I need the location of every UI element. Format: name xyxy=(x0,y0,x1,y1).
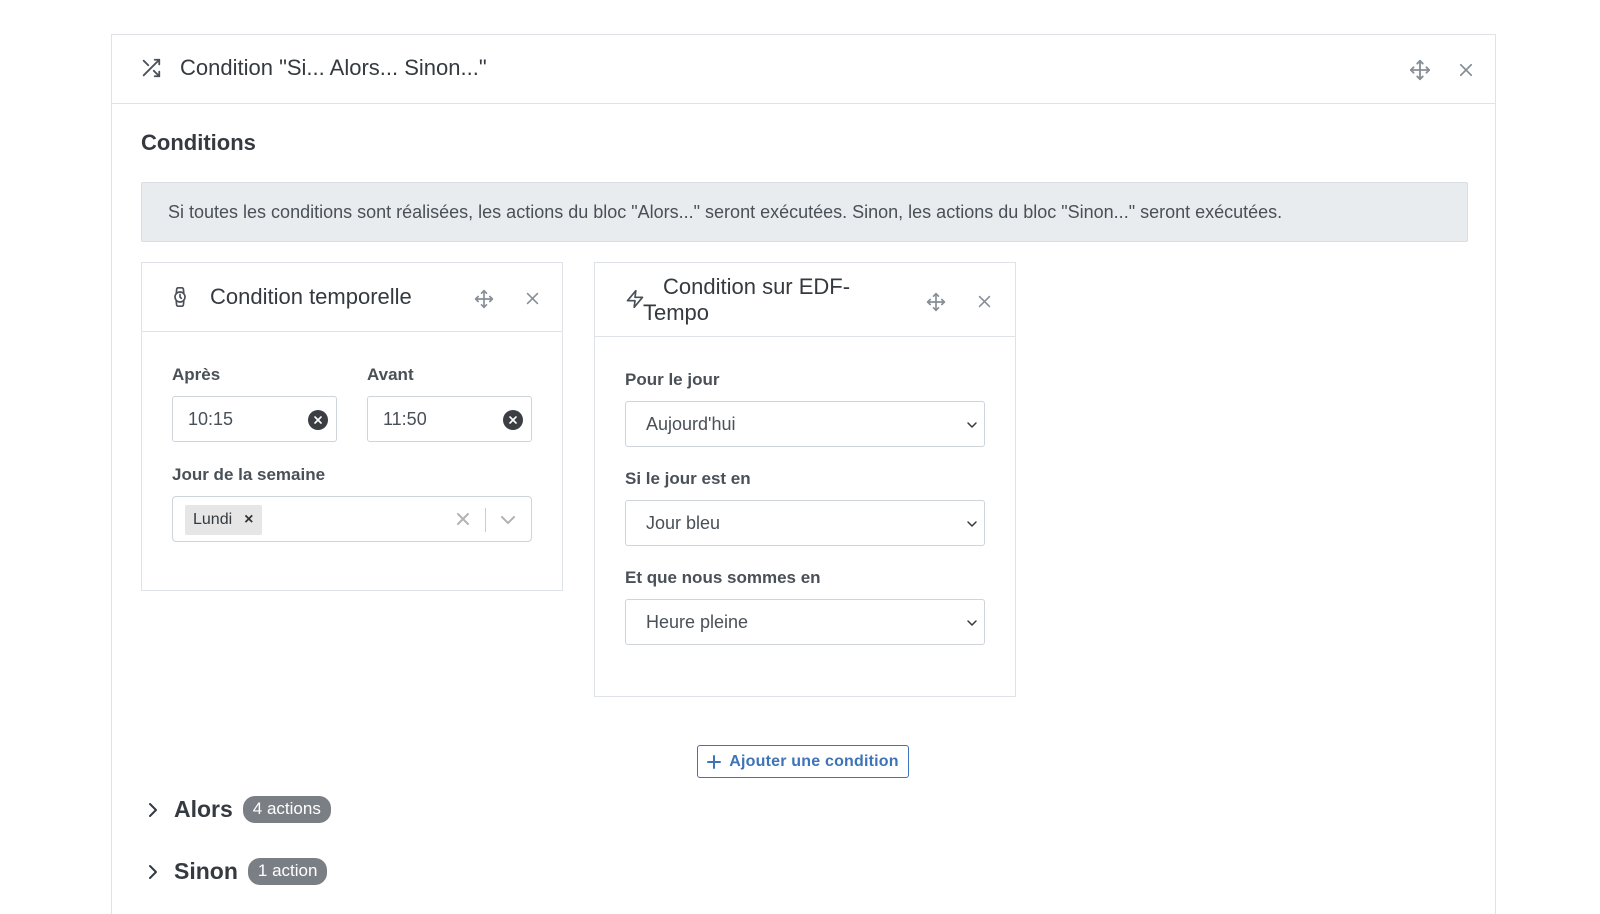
edf-tempo-condition-card: Condition sur EDF- Tempo Pour le jour Au… xyxy=(594,262,1016,697)
after-time-input[interactable]: 10:15 xyxy=(172,396,337,442)
weekday-multiselect[interactable]: Lundi × xyxy=(172,496,532,542)
chevron-down-icon[interactable] xyxy=(499,512,517,528)
else-block-toggle[interactable]: Sinon 1 action xyxy=(146,858,328,885)
close-icon[interactable] xyxy=(976,293,993,310)
shuffle-icon xyxy=(142,58,161,78)
move-icon[interactable] xyxy=(1409,59,1431,81)
else-actions-badge: 1 action xyxy=(247,858,328,885)
day-select-value: Aujourd'hui xyxy=(646,413,736,434)
after-label: Après xyxy=(172,365,221,384)
chevron-down-icon xyxy=(967,521,977,527)
move-icon[interactable] xyxy=(926,292,946,312)
weekday-tag-label: Lundi xyxy=(193,511,233,528)
edf-condition-title-line1: Condition sur EDF- xyxy=(663,274,851,299)
add-condition-label: Ajouter une condition xyxy=(729,752,899,770)
time-condition-card: Condition temporelle Après 10:15 Avant 1… xyxy=(141,262,563,591)
condition-block-header: Condition "Si... Alors... Sinon..." xyxy=(112,35,1495,104)
then-block-title: Alors xyxy=(174,796,233,822)
remove-tag-icon[interactable]: × xyxy=(244,511,253,529)
weekday-tag: Lundi × xyxy=(185,505,262,535)
after-time-value: 10:15 xyxy=(188,408,234,429)
time-condition-header: Condition temporelle xyxy=(142,263,562,332)
day-color-select-value: Jour bleu xyxy=(646,512,721,533)
watch-icon xyxy=(174,287,186,307)
add-condition-button[interactable]: Ajouter une condition xyxy=(697,745,909,778)
day-color-select[interactable]: Jour bleu xyxy=(625,500,985,546)
block-title: Condition "Si... Alors... Sinon..." xyxy=(180,55,487,80)
before-label: Avant xyxy=(367,365,414,384)
chevron-right-icon xyxy=(149,802,157,817)
chevron-down-icon xyxy=(967,620,977,626)
else-block-title: Sinon xyxy=(174,858,238,884)
day-select[interactable]: Aujourd'hui xyxy=(625,401,985,447)
move-icon[interactable] xyxy=(474,289,494,309)
time-condition-title: Condition temporelle xyxy=(210,284,412,309)
edf-condition-title-line2: Tempo xyxy=(643,300,710,325)
before-time-value: 11:50 xyxy=(383,408,427,429)
close-icon[interactable] xyxy=(1457,61,1475,79)
chevron-down-icon xyxy=(967,422,977,428)
day-label: Pour le jour xyxy=(625,370,720,389)
conditions-info-box: Si toutes les conditions sont réalisées,… xyxy=(141,182,1468,242)
then-actions-badge: 4 actions xyxy=(242,796,331,823)
plus-icon xyxy=(707,754,722,769)
separator xyxy=(485,508,486,532)
period-select-value: Heure pleine xyxy=(646,611,749,632)
conditions-heading: Conditions xyxy=(141,130,256,155)
clear-icon[interactable] xyxy=(308,410,328,430)
clear-icon[interactable] xyxy=(503,410,523,430)
lightning-icon xyxy=(626,289,644,309)
clear-icon[interactable] xyxy=(455,511,471,527)
day-color-label: Si le jour est en xyxy=(625,469,751,488)
chevron-right-icon xyxy=(149,864,157,879)
edf-condition-header: Condition sur EDF- Tempo xyxy=(595,263,1015,337)
weekday-label: Jour de la semaine xyxy=(172,465,326,484)
period-select[interactable]: Heure pleine xyxy=(625,599,985,645)
before-time-input[interactable]: 11:50 xyxy=(367,396,532,442)
close-icon[interactable] xyxy=(524,290,541,307)
period-label: Et que nous sommes en xyxy=(625,568,821,587)
then-block-toggle[interactable]: Alors 4 actions xyxy=(146,796,331,823)
